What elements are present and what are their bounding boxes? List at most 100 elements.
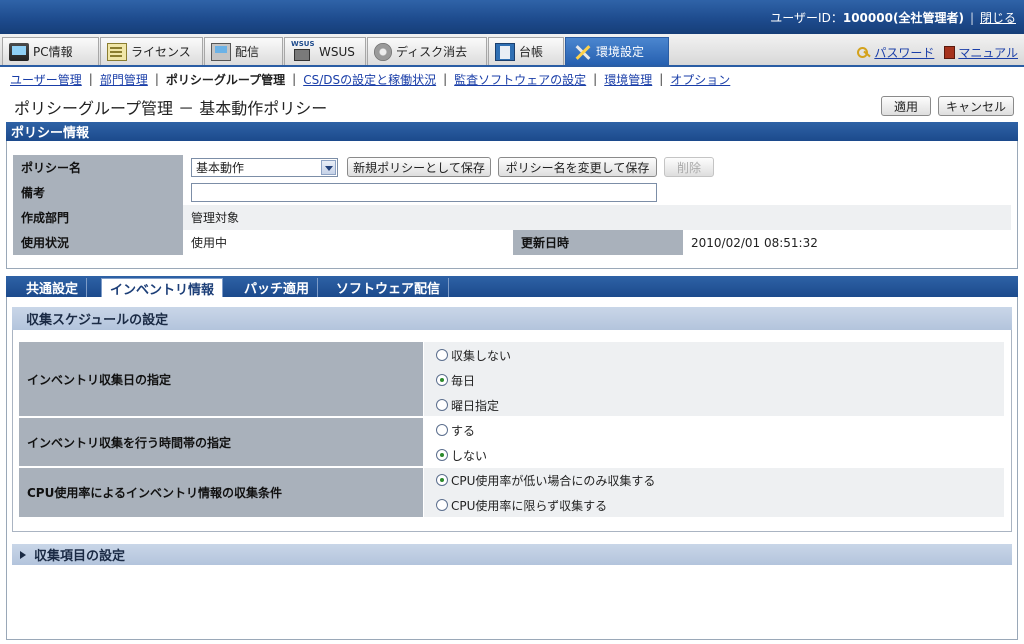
radio-option[interactable]: 曜日指定 [436,396,499,414]
sub-menu: ユーザー管理 | 部門管理 | ポリシーグループ管理 | CS/DSの設定と稼働… [0,69,1024,89]
radio-button[interactable] [436,374,448,386]
utility-links: パスワード マニュアル [857,44,1018,61]
nav-tab-label: ライセンス [131,45,191,59]
manual-link[interactable]: マニュアル [958,44,1018,61]
pc-icon [9,42,29,61]
logout-link[interactable]: 閉じる [980,9,1016,26]
collection-day-row: インベントリ収集日の指定 収集しない 毎日 曜日指定 [19,342,1004,417]
policy-name-row: ポリシー名 基本動作 新規ポリシーとして保存 ポリシー名を変更して保存 削除 [13,155,1011,180]
user-info: ユーザーID： 100000 (全社管理者) | 閉じる [770,9,1016,26]
radio-option[interactable]: する [436,421,475,439]
key-icon [857,46,871,59]
policy-name-selected: 基本動作 [196,161,245,175]
submenu-dept-management[interactable]: 部門管理 [100,71,148,88]
tools-icon [572,43,592,61]
separator: | [154,72,159,86]
policy-info-panel: ポリシー名 基本動作 新規ポリシーとして保存 ポリシー名を変更して保存 削除 備… [6,141,1018,269]
nav-tab-environment[interactable]: 環境設定 [565,37,669,65]
user-id-value: 100000 [842,10,893,25]
nav-tab-ledger[interactable]: 台帳 [488,37,564,65]
collection-day-label: インベントリ収集日の指定 [19,342,423,417]
separator: | [292,72,297,86]
license-icon [107,42,127,61]
radio-option[interactable]: 収集しない [436,346,511,364]
nav-tab-distribution[interactable]: 配信 [204,37,283,65]
radio-option[interactable]: しない [436,446,487,464]
disk-erase-icon [374,42,392,61]
delete-button[interactable]: 削除 [664,157,714,177]
radio-label: しない [451,448,488,463]
chevron-down-icon[interactable] [321,160,336,175]
tab-software-distribution[interactable]: ソフトウェア配信 [328,278,450,297]
user-id-label: ユーザーID： [770,11,843,25]
radio-label: 曜日指定 [451,398,500,413]
submenu-options[interactable]: オプション [670,71,730,88]
policy-sub-tabs: 共通設定 インベントリ情報 パッチ適用 ソフトウェア配信 [6,276,1018,298]
updated-label: 更新日時 [513,230,683,255]
collection-items-toggle[interactable]: 収集項目の設定 [12,544,1012,565]
cpu-condition-label: CPU使用率によるインベントリ情報の収集条件 [19,468,423,518]
radio-label: CPU使用率が低い場合にのみ収集する [451,473,656,488]
dept-row: 作成部門 管理対象 [13,205,1011,230]
nav-tab-license[interactable]: ライセンス [100,37,203,65]
policy-name-select[interactable]: 基本動作 [191,158,338,177]
separator: | [969,10,974,25]
remarks-input[interactable] [191,183,657,202]
tab-inventory-info[interactable]: インベントリ情報 [101,278,224,298]
radio-button[interactable] [436,474,448,486]
radio-option[interactable]: CPU使用率に限らず収集する [436,496,607,514]
separator: | [443,72,448,86]
dept-value: 管理対象 [183,205,1011,230]
wsus-icon: WSUS [291,40,315,61]
remarks-cell [183,180,1011,205]
submenu-policy-group-management: ポリシーグループ管理 [165,72,286,87]
radio-label: CPU使用率に限らず収集する [451,498,608,513]
updated-value: 2010/02/01 08:51:32 [691,235,818,250]
radio-label: する [451,423,476,438]
cpu-condition-options: CPU使用率が低い場合にのみ収集する CPU使用率に限らず収集する [424,468,1004,518]
submenu-audit-software[interactable]: 監査ソフトウェアの設定 [454,71,586,88]
collection-items-title: 収集項目の設定 [34,549,126,564]
password-link[interactable]: パスワード [874,44,934,61]
schedule-header: 収集スケジュールの設定 [12,307,1012,330]
submenu-user-management[interactable]: ユーザー管理 [10,71,82,88]
radio-label: 毎日 [451,373,476,388]
separator: | [593,72,598,86]
policy-name-cell: 基本動作 新規ポリシーとして保存 ポリシー名を変更して保存 削除 [183,155,1011,180]
radio-option[interactable]: 毎日 [436,371,475,389]
tab-common-settings[interactable]: 共通設定 [18,278,88,297]
separator: | [88,72,93,86]
remarks-row: 備考 [13,180,1011,205]
book-icon [944,46,956,59]
collection-day-options: 収集しない 毎日 曜日指定 [424,342,1004,417]
cancel-button[interactable]: キャンセル [938,96,1014,116]
policy-info-header: ポリシー情報 [6,122,1018,141]
status-label: 使用状況 [13,230,183,255]
top-banner: ユーザーID： 100000 (全社管理者) | 閉じる [0,0,1024,34]
radio-option[interactable]: CPU使用率が低い場合にのみ収集する [436,471,655,489]
submenu-environment-management[interactable]: 環境管理 [604,71,652,88]
nav-tab-label: PC情報 [33,45,73,59]
ledger-icon [495,42,515,61]
time-window-label: インベントリ収集を行う時間帯の指定 [19,418,423,467]
save-as-new-policy-button[interactable]: 新規ポリシーとして保存 [347,157,491,177]
nav-tab-disk-erase[interactable]: ディスク消去 [367,37,487,65]
tab-patch-apply[interactable]: パッチ適用 [236,278,319,297]
submenu-cs-ds-settings[interactable]: CS/DSの設定と稼働状況 [303,71,436,88]
radio-button[interactable] [436,349,448,361]
radio-button[interactable] [436,424,448,436]
cpu-condition-row: CPU使用率によるインベントリ情報の収集条件 CPU使用率が低い場合にのみ収集す… [19,468,1004,518]
apply-button[interactable]: 適用 [881,96,931,116]
nav-tab-label: ディスク消去 [396,45,468,59]
nav-tab-wsus[interactable]: WSUS WSUS [284,37,366,65]
radio-button[interactable] [436,399,448,411]
status-value: 使用中 [191,236,228,250]
radio-label: 収集しない [451,348,512,363]
rename-and-save-button[interactable]: ポリシー名を変更して保存 [498,157,657,177]
time-window-row: インベントリ収集を行う時間帯の指定 する しない [19,418,1004,467]
nav-tab-label: 環境設定 [596,45,645,59]
nav-tab-pc-info[interactable]: PC情報 [2,37,99,65]
radio-button[interactable] [436,499,448,511]
radio-button[interactable] [436,449,448,461]
status-row: 使用状況 使用中 更新日時 2010/02/01 08:51:32 [13,230,1011,255]
